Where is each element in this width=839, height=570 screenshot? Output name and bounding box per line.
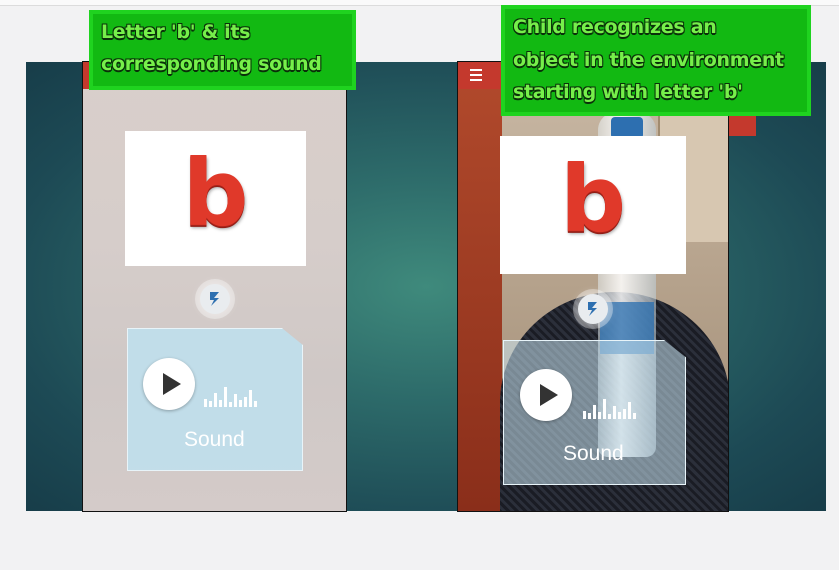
sound-card[interactable]: Sound: [503, 340, 686, 485]
app-bar-overflow: [729, 115, 756, 136]
callout-line: Letter 'b' & its: [101, 21, 251, 43]
callout-line: corresponding sound: [101, 53, 322, 75]
sound-label: Sound: [563, 442, 624, 465]
callout-object-recognition: Child recognizes an object in the enviro…: [501, 5, 811, 116]
letter-b: b: [560, 146, 626, 253]
callout-line: Child recognizes an: [513, 16, 717, 38]
app-badge-icon[interactable]: [578, 294, 608, 324]
waveform-icon: [583, 393, 636, 419]
letter-card: b: [500, 136, 686, 274]
app-badge-icon[interactable]: [200, 284, 230, 314]
callout-line: object in the environment: [513, 48, 784, 71]
menu-icon[interactable]: [470, 69, 482, 82]
callout-line: starting with letter 'b': [513, 81, 743, 103]
sound-label: Sound: [184, 428, 245, 451]
play-icon[interactable]: [143, 358, 195, 410]
left-phone-screenshot: b Sound: [82, 61, 347, 512]
sound-card[interactable]: Sound: [127, 328, 303, 471]
callout-letter-sound: Letter 'b' & its corresponding sound: [89, 10, 356, 90]
letter-b: b: [182, 139, 249, 247]
waveform-icon: [204, 381, 257, 407]
play-icon[interactable]: [520, 369, 572, 421]
right-phone-screenshot: b Sound: [457, 61, 729, 512]
letter-card: b: [125, 131, 306, 266]
scene-doorframe: [458, 62, 502, 511]
